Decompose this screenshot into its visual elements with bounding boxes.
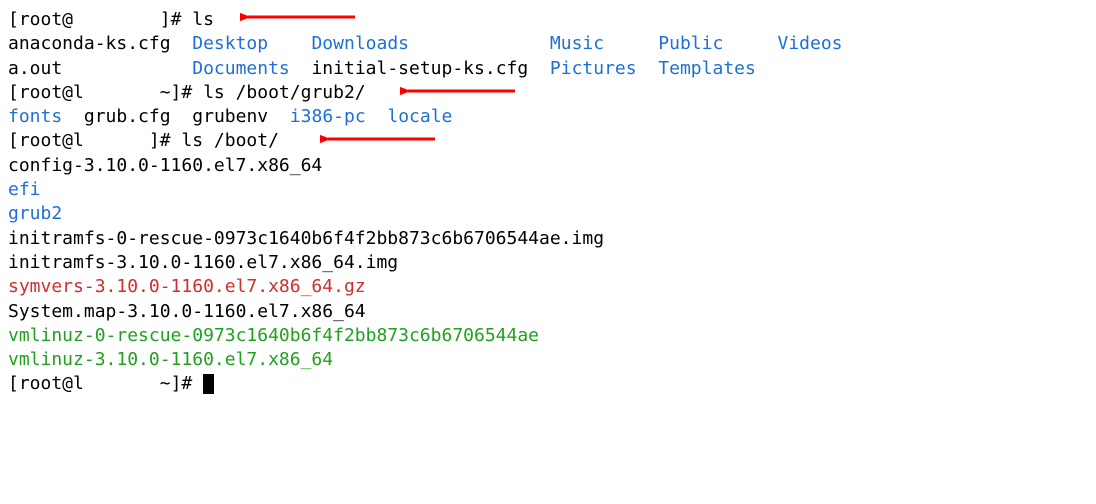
dir-entry: Music: [550, 33, 604, 54]
dir-entry: fonts: [8, 106, 62, 127]
command: ls: [192, 9, 214, 30]
dir-entry: efi: [8, 179, 41, 200]
file-entry: vmlinuz-3.10.0-1160.el7.x86_64: [8, 349, 333, 370]
prompt-end: ~]#: [149, 373, 203, 394]
prompt: [root@l: [8, 373, 84, 394]
prompt: [root@l: [8, 130, 84, 151]
dir-entry: Pictures: [550, 58, 637, 79]
terminal-line: grub2: [8, 202, 1088, 226]
terminal-line: System.map-3.10.0-1160.el7.x86_64: [8, 300, 1088, 324]
gap: [268, 33, 311, 54]
file-entry: a.out: [8, 58, 62, 79]
terminal-line: vmlinuz-0-rescue-0973c1640b6f4f2bb873c6b…: [8, 324, 1088, 348]
dir-entry: Desktop: [192, 33, 268, 54]
gap: [637, 58, 659, 79]
gap: [366, 106, 388, 127]
prompt-gap: [73, 9, 160, 30]
gap: [62, 106, 84, 127]
file-entry: grub.cfg: [84, 106, 171, 127]
prompt: [root@l: [8, 82, 84, 103]
gap: [528, 58, 550, 79]
cursor-icon: [203, 374, 214, 394]
file-entry: System.map-3.10.0-1160.el7.x86_64: [8, 301, 366, 322]
gap: [604, 33, 658, 54]
terminal-line[interactable]: [root@l ~]#: [8, 372, 1088, 396]
terminal-line: [root@l ~]# ls /boot/grub2/: [8, 81, 1088, 105]
dir-entry: grub2: [8, 203, 62, 224]
file-entry: initial-setup-ks.cfg: [311, 58, 528, 79]
gap: [409, 33, 550, 54]
gap: [171, 33, 193, 54]
command: ls /boot/grub2/: [203, 82, 366, 103]
file-entry: vmlinuz-0-rescue-0973c1640b6f4f2bb873c6b…: [8, 325, 539, 346]
dir-entry: Public: [658, 33, 723, 54]
dir-entry: locale: [387, 106, 452, 127]
command: ls /boot/: [181, 130, 279, 151]
file-entry: config-3.10.0-1160.el7.x86_64: [8, 155, 322, 176]
gap: [268, 106, 290, 127]
terminal-line: [root@l ]# ls /boot/: [8, 129, 1088, 153]
prompt-end: ~]#: [160, 82, 203, 103]
terminal-line: vmlinuz-3.10.0-1160.el7.x86_64: [8, 348, 1088, 372]
file-entry: anaconda-ks.cfg: [8, 33, 171, 54]
dir-entry: Documents: [192, 58, 290, 79]
prompt-end: ]#: [160, 9, 193, 30]
terminal-line: config-3.10.0-1160.el7.x86_64: [8, 154, 1088, 178]
dir-entry: Downloads: [311, 33, 409, 54]
prompt-gap: [84, 373, 149, 394]
terminal-line: efi: [8, 178, 1088, 202]
prompt-gap: [84, 130, 149, 151]
terminal-line: a.out Documents initial-setup-ks.cfg Pic…: [8, 57, 1088, 81]
dir-entry: Videos: [778, 33, 843, 54]
prompt-end: ]#: [149, 130, 182, 151]
terminal-line: fonts grub.cfg grubenv i386-pc locale: [8, 105, 1088, 129]
terminal-line: initramfs-3.10.0-1160.el7.x86_64.img: [8, 251, 1088, 275]
terminal-line: [root@ ]# ls: [8, 8, 1088, 32]
gap: [290, 58, 312, 79]
dir-entry: Templates: [658, 58, 756, 79]
gap: [171, 106, 193, 127]
prompt: [root@: [8, 9, 73, 30]
file-entry: initramfs-0-rescue-0973c1640b6f4f2bb873c…: [8, 228, 604, 249]
file-entry: initramfs-3.10.0-1160.el7.x86_64.img: [8, 252, 398, 273]
gap: [723, 33, 777, 54]
file-entry: grubenv: [192, 106, 268, 127]
gap: [62, 58, 192, 79]
terminal-line: symvers-3.10.0-1160.el7.x86_64.gz: [8, 275, 1088, 299]
prompt-gap: [84, 82, 160, 103]
terminal-line: initramfs-0-rescue-0973c1640b6f4f2bb873c…: [8, 227, 1088, 251]
file-entry: symvers-3.10.0-1160.el7.x86_64.gz: [8, 276, 366, 297]
dir-entry: i386-pc: [290, 106, 366, 127]
terminal-line: anaconda-ks.cfg Desktop Downloads Music …: [8, 32, 1088, 56]
